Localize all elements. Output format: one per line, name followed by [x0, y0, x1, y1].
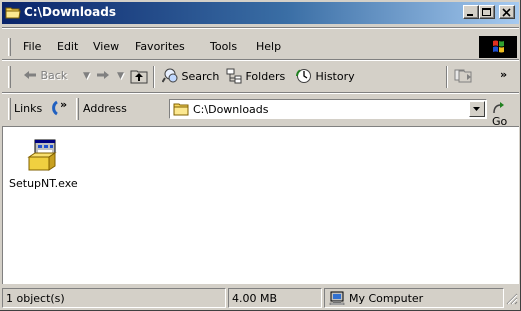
menu-help[interactable]: Help: [256, 40, 281, 53]
minimize-icon: [467, 14, 473, 16]
chevron-down-icon: [473, 107, 480, 111]
address-grip[interactable]: [76, 98, 79, 120]
file-list[interactable]: SetupNT.exe: [2, 126, 519, 284]
menu-edit[interactable]: Edit: [57, 40, 78, 53]
maximize-button[interactable]: [479, 5, 495, 19]
back-button[interactable]: Back: [23, 69, 67, 82]
back-arrow-icon: [24, 71, 36, 79]
title-bar[interactable]: C:\Downloads: [2, 2, 519, 24]
my-computer-icon: [329, 291, 345, 305]
folders-icon: [226, 68, 242, 84]
menu-favorites[interactable]: Favorites: [135, 40, 185, 53]
forward-button[interactable]: [96, 69, 110, 82]
toolbar-separator: [446, 66, 448, 88]
standard-toolbar: Back ▼ ▼ Search Folders History »: [4, 62, 517, 92]
maximize-icon: [482, 8, 491, 16]
close-button[interactable]: [499, 5, 515, 19]
search-button[interactable]: Search: [161, 68, 220, 84]
address-toolbar: Links » Address C:\Downloads Go: [4, 96, 517, 128]
divider: [2, 92, 519, 94]
menu-view[interactable]: View: [93, 40, 119, 53]
address-input[interactable]: C:\Downloads: [193, 103, 269, 116]
folder-icon: [173, 103, 189, 116]
folders-button[interactable]: Folders: [226, 68, 285, 84]
explorer-window: C:\Downloads File Edit View Favorites To…: [0, 0, 521, 311]
divider: [2, 27, 519, 29]
menu-bar: File Edit View Favorites Tools Help: [4, 36, 517, 58]
folder-icon: [5, 5, 21, 19]
go-button[interactable]: Go: [492, 101, 517, 128]
status-object-count: 1 object(s): [2, 288, 226, 308]
file-item[interactable]: SetupNT.exe: [9, 139, 78, 190]
address-label: Address: [83, 102, 127, 115]
folders-label: Folders: [245, 70, 286, 83]
search-label: Search: [181, 70, 220, 83]
status-bar: 1 object(s) 4.00 MB My Computer: [2, 287, 519, 309]
move-to-button[interactable]: [454, 68, 474, 87]
address-dropdown-button[interactable]: [469, 101, 485, 117]
status-zone: My Computer: [324, 288, 504, 308]
go-arrow-icon: [493, 102, 504, 114]
minimize-button[interactable]: [463, 5, 479, 19]
installer-icon: [27, 139, 57, 171]
status-zone-label: My Computer: [349, 292, 424, 305]
toolbar-grip[interactable]: [8, 66, 11, 88]
toolbar-more-chevron[interactable]: »: [500, 68, 507, 81]
up-folder-icon: [130, 70, 148, 84]
back-label: Back: [40, 69, 68, 82]
search-icon: [161, 68, 178, 83]
windows-logo: [479, 36, 517, 58]
up-button[interactable]: [130, 68, 148, 87]
status-size: 4.00 MB: [228, 288, 322, 308]
close-icon: [502, 8, 511, 17]
links-label[interactable]: Links: [14, 102, 42, 115]
back-dropdown[interactable]: ▼: [83, 71, 90, 81]
forward-dropdown[interactable]: ▼: [117, 71, 124, 81]
resize-grip[interactable]: [505, 292, 518, 308]
history-label: History: [315, 70, 355, 83]
file-name: SetupNT.exe: [9, 177, 78, 190]
divider: [2, 59, 519, 61]
menu-file[interactable]: File: [23, 40, 41, 53]
address-field[interactable]: C:\Downloads: [169, 99, 487, 119]
links-more-chevron[interactable]: »: [60, 98, 67, 111]
links-grip[interactable]: [8, 98, 11, 120]
history-icon: [296, 69, 311, 83]
move-to-icon: [454, 69, 472, 83]
window-title: C:\Downloads: [24, 5, 117, 19]
forward-arrow-icon: [97, 71, 109, 79]
menu-tools[interactable]: Tools: [210, 40, 237, 53]
menu-grip[interactable]: [8, 38, 11, 56]
history-button[interactable]: History: [296, 68, 355, 84]
toolbar-separator: [153, 66, 155, 88]
